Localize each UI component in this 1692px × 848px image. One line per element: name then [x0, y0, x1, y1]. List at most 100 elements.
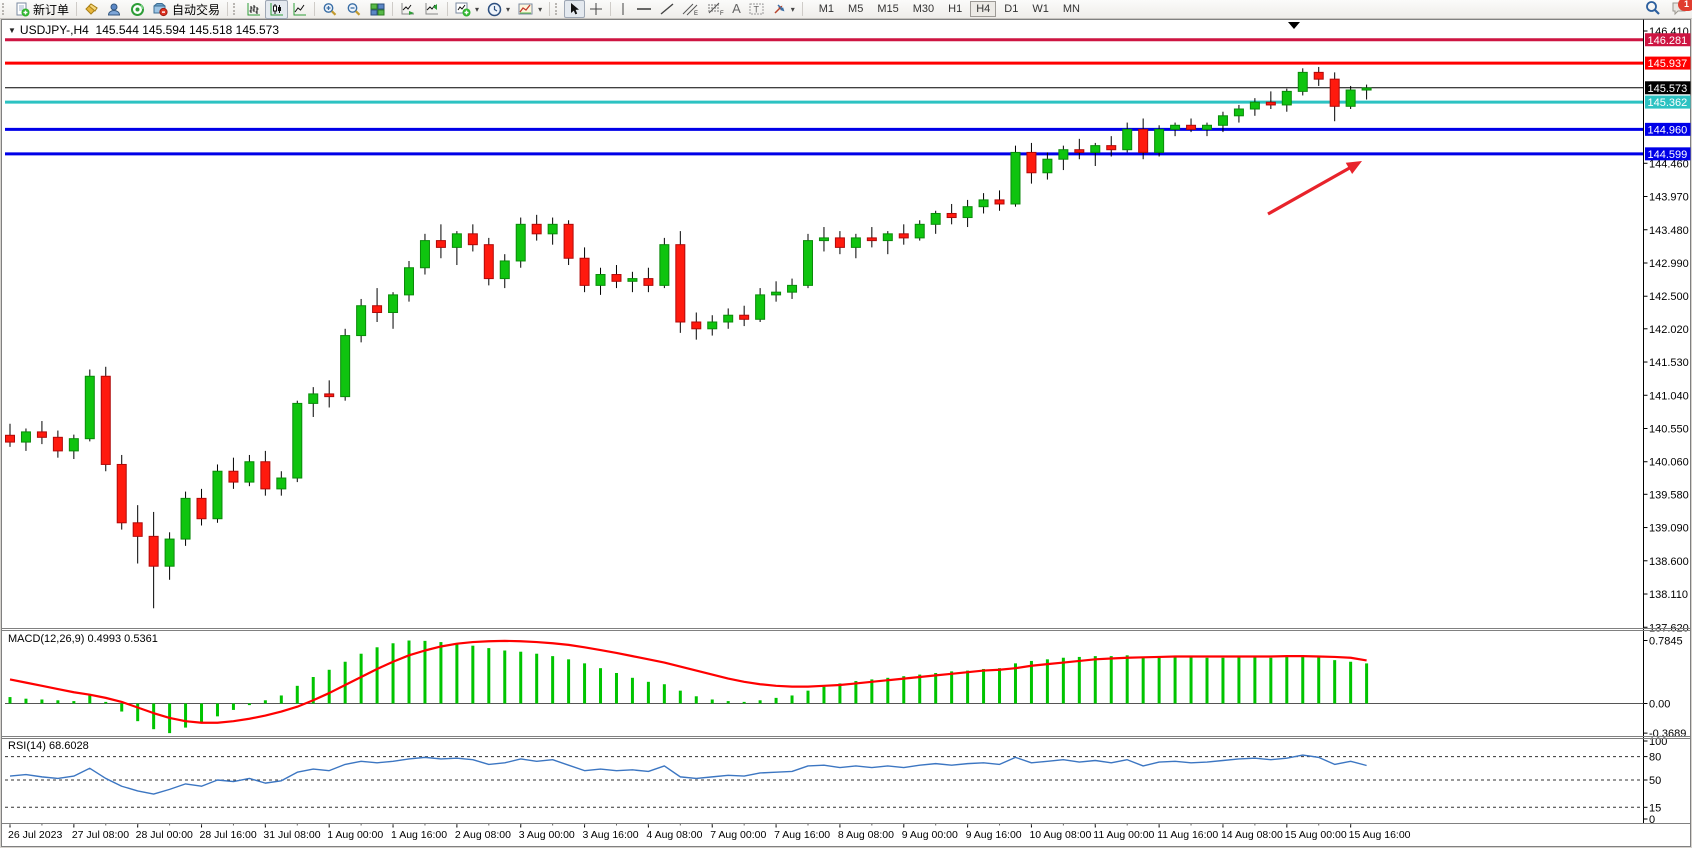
toolbar-grip[interactable]	[233, 3, 240, 15]
time-tick-label: 7 Aug 00:00	[710, 829, 766, 841]
macd-hist-bar	[743, 702, 746, 704]
bull-candle	[804, 241, 813, 286]
new-order-button[interactable]: 新订单	[11, 0, 73, 20]
template-button[interactable]: ▾	[514, 0, 546, 19]
macd-hist-bar	[471, 646, 474, 704]
tile-windows-button[interactable]	[366, 0, 389, 19]
new-chart-button[interactable]: ▾	[451, 0, 483, 19]
signals-button[interactable]	[126, 0, 149, 19]
auto-trading-button[interactable]: 自动交易	[149, 0, 224, 20]
time-tick-label: 28 Jul 00:00	[136, 829, 193, 841]
trendline-button[interactable]	[656, 0, 678, 18]
svg-text:T: T	[753, 5, 759, 15]
chart-canvas[interactable]: 146.410144.460143.970143.480142.990142.5…	[0, 0, 1692, 848]
macd-hist-bar	[583, 663, 586, 703]
chart-type-group	[231, 0, 311, 18]
bull-candle	[293, 403, 302, 478]
bull-candle	[756, 295, 765, 319]
bull-candle	[357, 306, 366, 336]
trading-terminal: 新订单 自动交易	[0, 0, 1692, 848]
bear-candle	[947, 213, 956, 217]
text-label-button[interactable]: T	[745, 0, 768, 18]
timeframe-w1-button[interactable]: W1	[1026, 1, 1055, 17]
price-badge-label: 145.362	[1648, 97, 1688, 109]
vertical-line-button[interactable]	[614, 0, 632, 18]
bull-candle	[979, 200, 988, 207]
zoom-in-button[interactable]	[318, 0, 342, 19]
macd-hist-bar	[838, 683, 841, 703]
separator	[227, 2, 228, 16]
price-badge-label: 145.937	[1648, 58, 1688, 70]
bear-candle	[1266, 102, 1275, 105]
macd-hist-bar	[120, 704, 123, 712]
bear-candle	[436, 241, 445, 248]
collapse-ohlc-icon[interactable]: ▼	[8, 26, 16, 35]
arrows-button[interactable]: ▾	[768, 0, 799, 18]
new-order-label: 新订单	[33, 1, 69, 18]
timeframe-h4-button[interactable]: H4	[970, 1, 996, 17]
bear-candle	[612, 275, 621, 282]
cursor-button[interactable]	[564, 0, 585, 18]
styler-button[interactable]	[80, 0, 103, 19]
candle-chart-icon	[269, 2, 284, 17]
macd-hist-bar	[344, 662, 347, 704]
period-button[interactable]: ▾	[483, 0, 514, 19]
toolbar-grip[interactable]	[555, 3, 562, 15]
macd-hist-bar	[88, 695, 91, 703]
rsi-indicator-label: RSI(14) 68.6028	[8, 740, 89, 752]
macd-hist-bar	[1301, 655, 1304, 703]
macd-hist-bar	[1349, 662, 1352, 704]
tile-windows-icon	[370, 2, 385, 17]
bear-candle	[101, 376, 110, 464]
bar-chart-button[interactable]	[242, 0, 265, 19]
bear-candle	[644, 279, 653, 286]
chevron-down-icon: ▾	[475, 5, 479, 14]
search-icon[interactable]	[1645, 0, 1661, 19]
timeframe-h1-button[interactable]: H1	[942, 1, 968, 17]
macd-hist-bar	[408, 641, 411, 704]
macd-hist-bar	[152, 704, 155, 730]
zoom-out-button[interactable]	[342, 0, 366, 19]
price-tick-label: 143.480	[1649, 225, 1689, 237]
candle-chart-button[interactable]	[265, 0, 288, 19]
bull-candle	[341, 336, 350, 397]
price-tick-label: 140.060	[1649, 457, 1689, 469]
chart-shift-button[interactable]	[420, 0, 444, 19]
auto-scroll-button[interactable]	[396, 0, 420, 19]
timeframe-mn-button[interactable]: MN	[1057, 1, 1086, 17]
price-tick-label: 139.580	[1649, 489, 1689, 501]
line-chart-button[interactable]	[288, 0, 311, 19]
macd-hist-bar	[982, 669, 985, 704]
crosshair-button[interactable]	[585, 0, 607, 18]
bull-candle	[915, 224, 924, 238]
timeframe-m30-button[interactable]: M30	[907, 1, 940, 17]
price-badge-label: 146.281	[1648, 35, 1688, 47]
notifications-button[interactable]: 1	[1671, 0, 1688, 19]
chevron-down-icon: ▾	[506, 5, 510, 14]
fibonacci-button[interactable]: F	[703, 0, 728, 18]
rsi-tick-label: 0	[1649, 814, 1655, 826]
macd-hist-bar	[775, 698, 778, 704]
channel-button[interactable]: E	[678, 0, 703, 18]
toolbar-grip[interactable]	[2, 3, 9, 15]
macd-hist-bar	[248, 704, 251, 706]
timeframe-d1-button[interactable]: D1	[998, 1, 1024, 17]
bull-candle	[596, 275, 605, 286]
time-tick-label: 2 Aug 08:00	[455, 829, 511, 841]
bull-candle	[1123, 129, 1132, 149]
macd-hist-bar	[40, 699, 43, 703]
macd-hist-bar	[232, 704, 235, 710]
main-toolbar: 新订单 自动交易	[0, 0, 1692, 19]
macd-hist-bar	[1030, 661, 1033, 704]
bear-candle	[1075, 150, 1084, 153]
timeframe-m5-button[interactable]: M5	[842, 1, 869, 17]
profile-button[interactable]	[103, 0, 126, 19]
timeframe-m1-button[interactable]: M1	[813, 1, 840, 17]
bull-candle	[708, 322, 717, 329]
text-button[interactable]: A	[728, 1, 745, 17]
bear-candle	[692, 322, 701, 329]
bull-candle	[420, 241, 429, 268]
horizontal-line-button[interactable]	[632, 0, 656, 18]
timeframe-m15-button[interactable]: M15	[871, 1, 904, 17]
macd-hist-bar	[1317, 656, 1320, 703]
